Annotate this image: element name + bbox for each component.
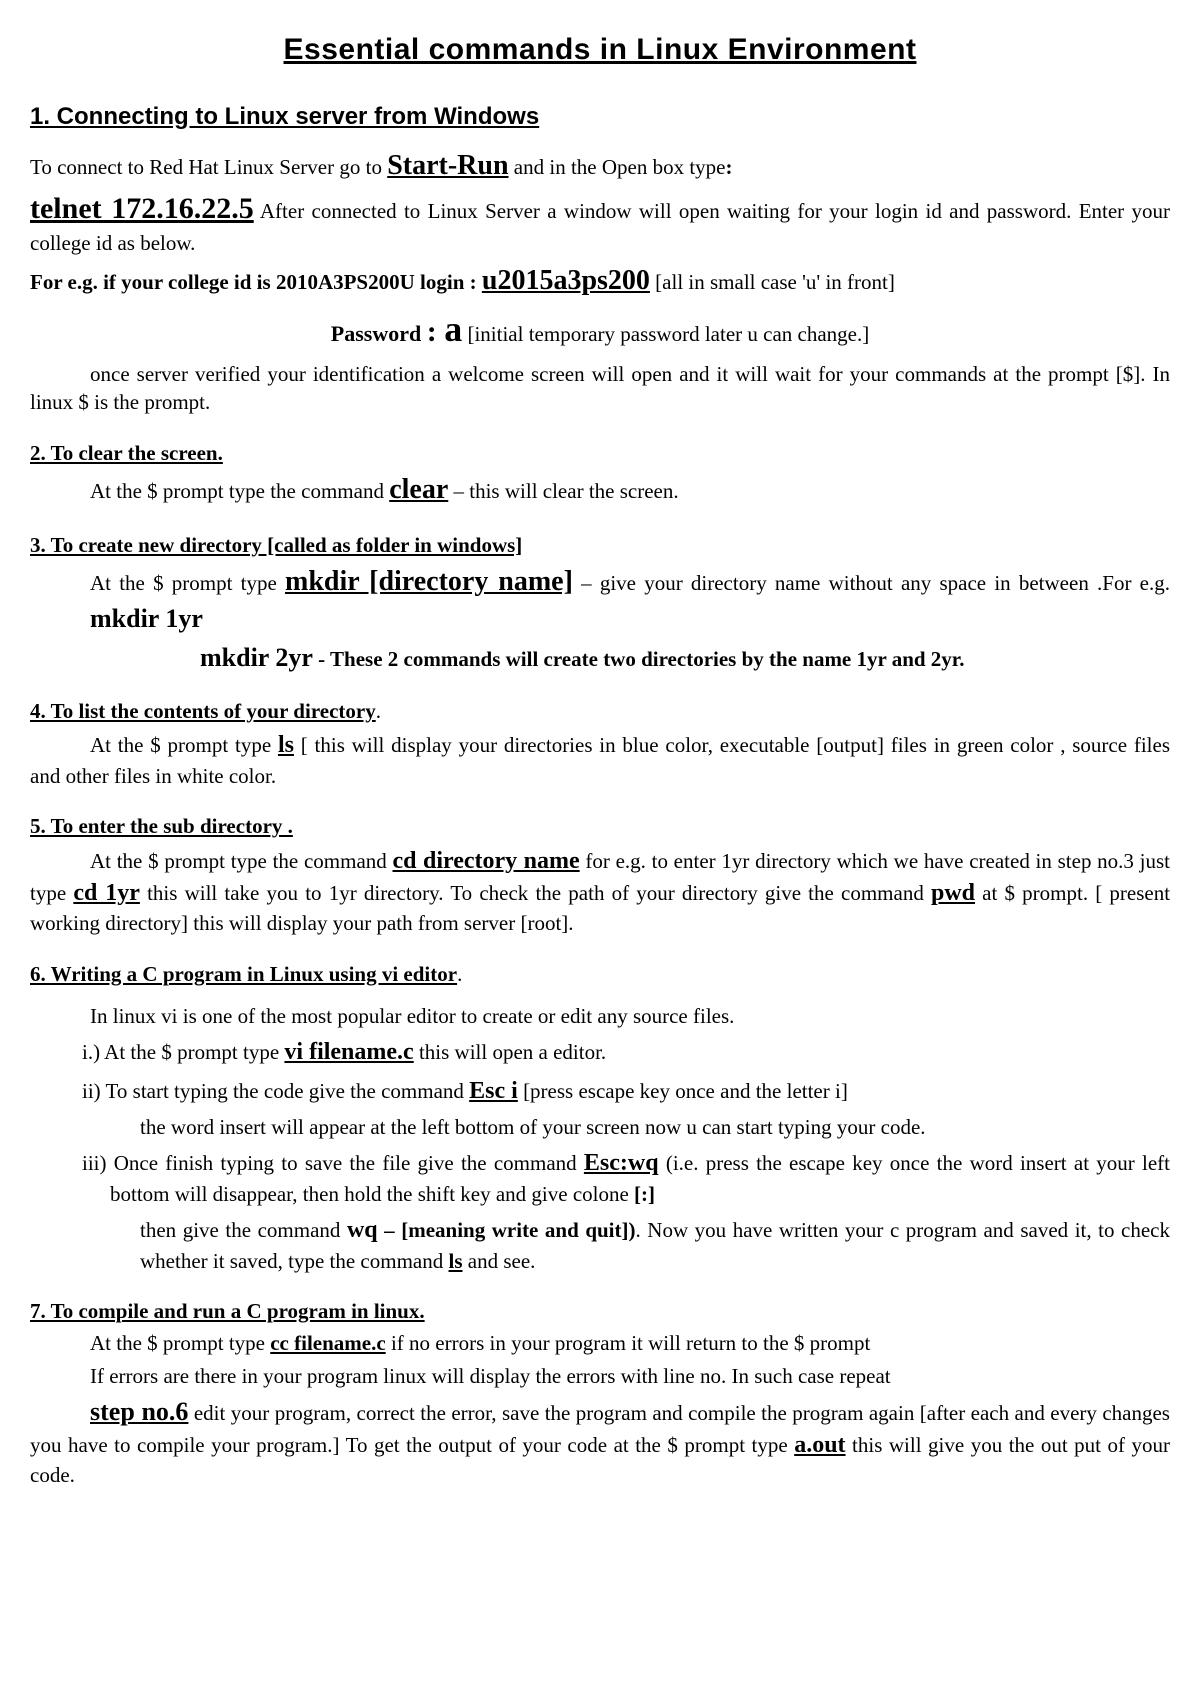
section-4-heading-row: 4. To list the contents of your director… — [30, 697, 1170, 725]
password-note: [initial temporary password later u can … — [462, 322, 869, 346]
s6-intro: In linux vi is one of the most popular e… — [30, 1002, 1170, 1030]
s5-body: At the $ prompt type the command cd dire… — [30, 845, 1170, 938]
password-value: a — [444, 309, 462, 349]
cmd-start-run: Start-Run — [387, 150, 508, 181]
cmd-cc: cc filename.c — [270, 1331, 385, 1355]
text: – [meaning write and quit]) — [378, 1218, 636, 1242]
s1-line1: To connect to Red Hat Linux Server go to… — [30, 147, 1170, 185]
cmd-esc-i: Esc i — [469, 1078, 518, 1104]
s1-line3: For e.g. if your college id is 2010A3PS2… — [30, 262, 1170, 300]
login-id: u2015a3ps200 — [482, 265, 650, 296]
text: To connect to Red Hat Linux Server go to — [30, 155, 387, 179]
s1-line2: telnet 172.16.22.5 After connected to Li… — [30, 189, 1170, 258]
text: this will take you to 1yr directory. To … — [140, 881, 931, 905]
s6-item-iii: iii) Once finish typing to save the file… — [30, 1147, 1170, 1208]
s6-item-ii-sub: the word insert will appear at the left … — [30, 1113, 1170, 1141]
cmd-ls: ls — [449, 1249, 463, 1273]
s1-line4: once server verified your identification… — [30, 360, 1170, 417]
s6-item-i: i.) At the $ prompt type vi filename.c t… — [30, 1036, 1170, 1068]
s7-line1: At the $ prompt type cc filename.c if no… — [30, 1329, 1170, 1357]
cmd-telnet: telnet 172.16.22.5 — [30, 192, 254, 225]
text: this will open a editor. — [414, 1040, 606, 1064]
text: [all in small case 'u' in front] — [650, 270, 895, 294]
section-6-heading: 6. Writing a C program in Linux using vi… — [30, 962, 457, 986]
text: ii) To start typing the code give the co… — [82, 1079, 469, 1103]
s7-line2: If errors are there in your program linu… — [30, 1362, 1170, 1390]
text: [press escape key once and the letter i] — [518, 1079, 848, 1103]
text: then give the command — [140, 1218, 347, 1242]
text: and in the Open box type — [509, 155, 726, 179]
cmd-clear: clear — [389, 474, 448, 505]
dot: . — [376, 699, 381, 723]
text: At the $ prompt type the command — [90, 849, 393, 873]
step-no-6: step no.6 — [90, 1397, 188, 1426]
text: At the $ prompt type — [90, 1331, 270, 1355]
section-4-heading: 4. To list the contents of your director… — [30, 699, 376, 723]
text: i.) At the $ prompt type — [82, 1040, 284, 1064]
text: once server verified your identification… — [30, 362, 1170, 414]
section-2-heading: 2. To clear the screen. — [30, 439, 1170, 467]
password-label: Password — [331, 321, 427, 346]
s3-body: At the $ prompt type mkdir [directory na… — [30, 563, 1170, 636]
password-line: Password : a [initial temporary password… — [30, 305, 1170, 354]
s7-line3: step no.6 edit your program, correct the… — [30, 1394, 1170, 1490]
colon-bracket: [:] — [634, 1182, 655, 1206]
s4-body: At the $ prompt type ls [ this will disp… — [30, 729, 1170, 790]
s6-item-ii: ii) To start typing the code give the co… — [30, 1075, 1170, 1107]
text: At the $ prompt type — [90, 733, 278, 757]
cmd-mkdir-1yr: mkdir 1yr — [90, 604, 203, 633]
cmd-cd-dirname: cd directory name — [393, 848, 580, 874]
section-6-heading-row: 6. Writing a C program in Linux using vi… — [30, 960, 1170, 988]
cmd-aout: a.out — [794, 1432, 845, 1458]
colon: : — [726, 155, 733, 179]
colon: : — [427, 315, 445, 348]
text: iii) Once finish typing to save the file… — [82, 1151, 584, 1175]
text: - These 2 commands will create two direc… — [313, 647, 965, 671]
text: At the $ prompt type — [90, 571, 285, 595]
section-1-heading: 1. Connecting to Linux server from Windo… — [30, 101, 1170, 133]
page-title: Essential commands in Linux Environment — [30, 30, 1170, 71]
cmd-vi: vi filename.c — [284, 1039, 413, 1065]
text: and see. — [463, 1249, 536, 1273]
cmd-esc-wq: Esc:wq — [584, 1150, 659, 1176]
cmd-mkdir: mkdir [directory name] — [285, 566, 573, 597]
cmd-ls: ls — [278, 732, 294, 758]
cmd-pwd: pwd — [931, 880, 975, 906]
dot: . — [457, 962, 462, 986]
section-3-heading: 3. To create new directory [called as fo… — [30, 531, 1170, 559]
cmd-wq: wq — [347, 1217, 378, 1243]
text: – this will clear the screen. — [448, 479, 678, 503]
s2-body: At the $ prompt type the command clear –… — [30, 471, 1170, 509]
cmd-mkdir-2yr: mkdir 2yr — [200, 643, 313, 672]
text: At the $ prompt type the command — [90, 479, 389, 503]
text: For e.g. if your college id is 2010A3PS2… — [30, 270, 482, 294]
cmd-cd-1yr: cd 1yr — [73, 880, 140, 906]
text: if no errors in your program it will ret… — [386, 1331, 871, 1355]
s3-line2: mkdir 2yr - These 2 commands will create… — [30, 640, 1170, 675]
section-5-heading: 5. To enter the sub directory . — [30, 812, 1170, 840]
text: – give your directory name without any s… — [573, 571, 1170, 595]
s6-item-iii-sub: then give the command wq – [meaning writ… — [30, 1214, 1170, 1275]
section-7-heading: 7. To compile and run a C program in lin… — [30, 1297, 1170, 1325]
